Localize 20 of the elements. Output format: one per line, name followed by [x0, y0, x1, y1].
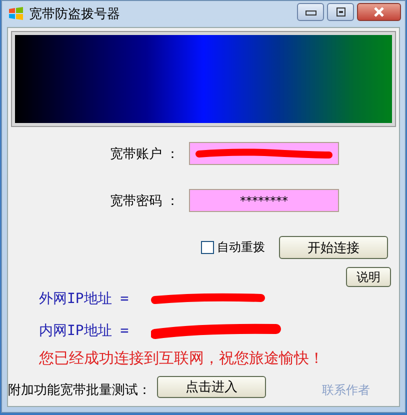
minimize-icon [304, 8, 316, 16]
external-ip-label: 外网IP地址 = [39, 290, 129, 308]
internal-ip-label: 内网IP地址 = [39, 322, 129, 340]
password-field[interactable]: ******** [189, 189, 339, 212]
batch-test-label: 附加功能宽带批量测试： [8, 382, 151, 399]
account-field[interactable] [189, 142, 339, 165]
window-title: 宽带防盗拨号器 [29, 6, 121, 23]
close-button[interactable] [357, 3, 401, 21]
maximize-icon [334, 7, 346, 17]
maximize-button[interactable] [327, 3, 354, 21]
status-message: 您已经成功连接到互联网，祝您旅途愉快！ [38, 349, 325, 368]
help-button[interactable]: 说明 [346, 267, 391, 287]
connect-button[interactable]: 开始连接 [279, 236, 388, 259]
minimize-button[interactable] [297, 3, 324, 21]
auto-redial-checkbox[interactable]: 自动重拨 [201, 239, 265, 256]
password-label: 宽带密码 ： [108, 192, 180, 210]
account-label: 宽带账户 ： [108, 146, 180, 162]
close-icon [373, 7, 385, 17]
windows-logo-icon [8, 6, 24, 22]
enter-button[interactable]: 点击进入 [157, 376, 266, 398]
